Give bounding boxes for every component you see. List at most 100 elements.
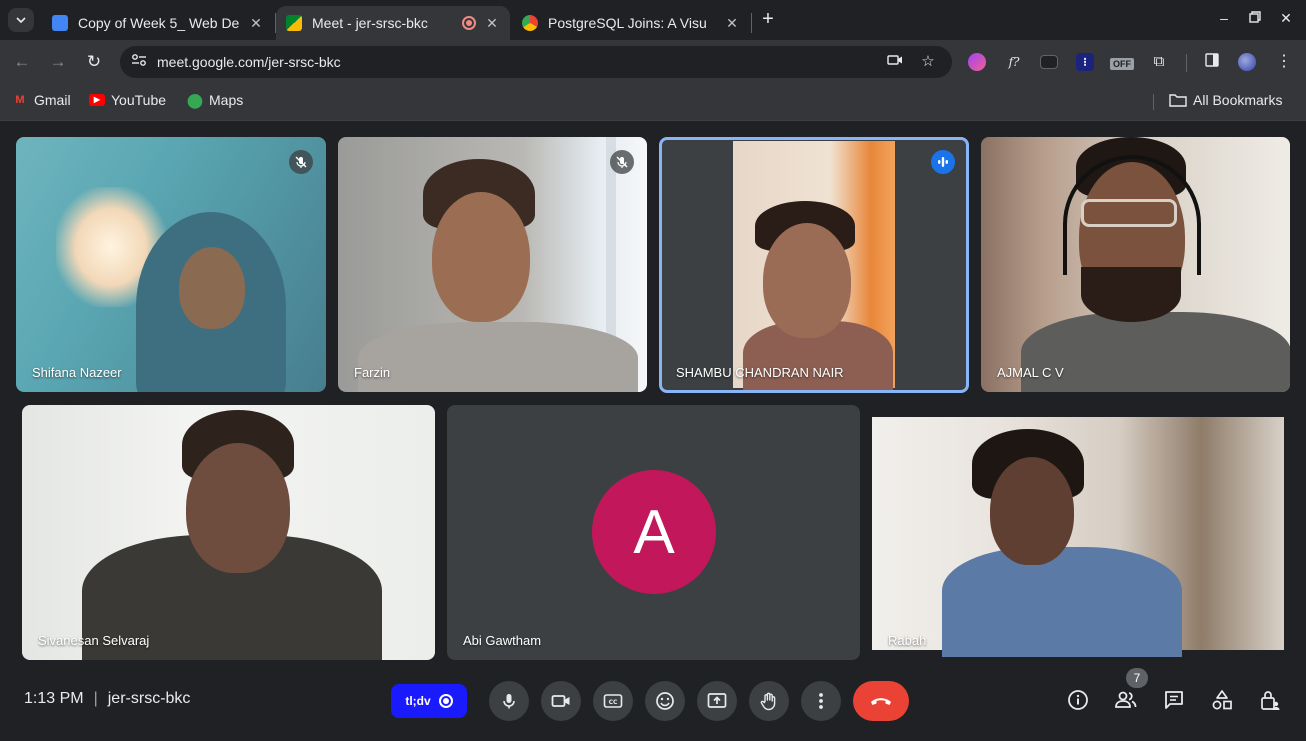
bookmark-label: Gmail bbox=[34, 92, 71, 108]
meeting-details-button[interactable] bbox=[1066, 688, 1090, 712]
face bbox=[763, 223, 851, 338]
participant-tile[interactable]: SHAMBU CHANDRAN NAIR bbox=[660, 137, 968, 392]
participant-name: Farzin bbox=[354, 365, 391, 380]
extension-fx-icon[interactable]: f? bbox=[1005, 53, 1023, 71]
audio-level-icon bbox=[938, 157, 948, 167]
bookmark-maps[interactable]: ⬤ Maps bbox=[187, 92, 243, 108]
tab-search-button[interactable] bbox=[8, 8, 34, 32]
bookmarks-separator bbox=[1153, 94, 1154, 110]
call-end-icon bbox=[871, 698, 891, 705]
extension-gradient-icon[interactable] bbox=[968, 53, 986, 71]
tab-title: PostgreSQL Joins: A Visu bbox=[548, 15, 707, 31]
forward-icon[interactable]: → bbox=[48, 52, 68, 72]
activities-button[interactable] bbox=[1210, 688, 1234, 712]
svg-text:CC: CC bbox=[609, 699, 618, 706]
browser-tab-bar: Copy of Week 5_ Web De ✕ Meet - jer-srsc… bbox=[0, 0, 1306, 40]
toolbar-separator bbox=[1186, 54, 1187, 72]
video-feed bbox=[872, 417, 1284, 657]
video-feed bbox=[733, 141, 895, 392]
google-docs-icon bbox=[52, 15, 68, 31]
all-bookmarks-label: All Bookmarks bbox=[1193, 92, 1283, 108]
kebab-menu-icon[interactable]: ⋮ bbox=[1275, 53, 1293, 71]
new-tab-button[interactable]: + bbox=[758, 8, 778, 32]
tldv-recorder-button[interactable]: tl;dv bbox=[391, 684, 467, 718]
more-options-button[interactable] bbox=[801, 681, 841, 721]
present-screen-button[interactable] bbox=[697, 681, 737, 721]
chat-button[interactable] bbox=[1162, 688, 1186, 712]
chat-icon bbox=[1165, 691, 1183, 709]
raise-hand-button[interactable] bbox=[749, 681, 789, 721]
participant-name: AJMAL C V bbox=[997, 365, 1064, 380]
close-icon[interactable]: ✕ bbox=[484, 15, 500, 32]
host-controls-button[interactable] bbox=[1258, 688, 1282, 712]
reactions-button[interactable] bbox=[645, 681, 685, 721]
bookmark-label: Maps bbox=[209, 92, 244, 108]
face bbox=[432, 192, 530, 322]
participant-name: Abi Gawtham bbox=[463, 633, 542, 648]
extension-display-icon[interactable] bbox=[1040, 55, 1058, 69]
bookmark-gmail[interactable]: M Gmail bbox=[12, 92, 71, 108]
url-text[interactable]: meet.google.com/jer-srsc-bkc bbox=[157, 54, 341, 70]
all-bookmarks-button[interactable]: All Bookmarks bbox=[1169, 92, 1282, 108]
participant-count-badge: 7 bbox=[1126, 668, 1148, 688]
participant-name: Shifana Nazeer bbox=[32, 365, 122, 380]
bookmark-star-icon[interactable]: ☆ bbox=[919, 53, 937, 71]
meeting-time: 1:13 PM bbox=[24, 690, 84, 707]
profile-avatar[interactable] bbox=[1238, 53, 1256, 71]
extension-ruler-icon[interactable]: ⁝ bbox=[1076, 53, 1094, 71]
extensions-puzzle-icon[interactable]: ⧉ bbox=[1150, 53, 1168, 71]
microphone-icon bbox=[503, 694, 515, 709]
meeting-code: jer-srsc-bkc bbox=[107, 690, 191, 707]
emoji-icon bbox=[656, 692, 674, 710]
tab-postgresql[interactable]: PostgreSQL Joins: A Visu ✕ bbox=[512, 6, 750, 40]
camera-button[interactable] bbox=[541, 681, 581, 721]
close-icon[interactable]: ✕ bbox=[724, 15, 740, 32]
participant-tile[interactable]: Sivanesan Selvaraj bbox=[22, 405, 435, 660]
mic-off-icon bbox=[295, 156, 307, 168]
leave-call-button[interactable] bbox=[853, 681, 909, 721]
mic-off-icon bbox=[616, 156, 628, 168]
side-panel-icon[interactable] bbox=[1203, 53, 1221, 71]
microphone-button[interactable] bbox=[489, 681, 529, 721]
tldv-label: tl;dv bbox=[405, 694, 431, 708]
extension-off-badge[interactable]: OFF bbox=[1110, 58, 1134, 70]
bookmark-youtube[interactable]: ▶ YouTube bbox=[89, 92, 166, 108]
restore-icon[interactable] bbox=[1245, 10, 1265, 26]
back-icon[interactable]: ← bbox=[12, 52, 32, 72]
info-icon bbox=[1068, 690, 1088, 710]
record-icon bbox=[438, 694, 453, 708]
tab-title: Meet - jer-srsc-bkc bbox=[312, 15, 428, 31]
meeting-info-separator: | bbox=[93, 690, 98, 707]
shoulders bbox=[1021, 312, 1290, 392]
meeting-info: 1:13 PM | jer-srsc-bkc bbox=[24, 690, 190, 708]
address-bar[interactable]: meet.google.com/jer-srsc-bkc ☆ bbox=[120, 46, 952, 78]
captions-button[interactable]: CC bbox=[593, 681, 633, 721]
face bbox=[186, 443, 290, 573]
people-icon bbox=[1115, 691, 1137, 708]
face bbox=[179, 247, 245, 329]
activities-shapes-icon bbox=[1212, 690, 1232, 710]
shoulders bbox=[358, 322, 638, 392]
tab-docs[interactable]: Copy of Week 5_ Web De ✕ bbox=[42, 6, 274, 40]
tab-title: Copy of Week 5_ Web De bbox=[78, 15, 240, 31]
reload-icon[interactable]: ↻ bbox=[84, 52, 104, 72]
participant-tile[interactable]: Shifana Nazeer bbox=[16, 137, 326, 392]
site-info-icon[interactable] bbox=[130, 53, 148, 71]
camera-in-use-icon[interactable] bbox=[886, 53, 904, 71]
folder-icon bbox=[1169, 94, 1187, 107]
present-screen-icon bbox=[707, 693, 727, 708]
participant-name: Rabah bbox=[888, 633, 927, 648]
participant-tile[interactable]: Farzin bbox=[338, 137, 647, 392]
participant-tile[interactable]: A Abi Gawtham bbox=[447, 405, 860, 660]
participant-tile[interactable]: Rabah bbox=[872, 405, 1284, 660]
closed-captions-icon: CC bbox=[603, 694, 623, 708]
face bbox=[990, 457, 1074, 565]
people-button[interactable] bbox=[1114, 688, 1138, 712]
participant-tile[interactable]: AJMAL C V bbox=[981, 137, 1290, 392]
tab-meet[interactable]: Meet - jer-srsc-bkc ✕ bbox=[276, 6, 510, 40]
mic-muted-badge bbox=[289, 150, 313, 174]
bookmark-label: YouTube bbox=[111, 92, 167, 108]
close-window-icon[interactable]: ✕ bbox=[1276, 10, 1296, 27]
close-icon[interactable]: ✕ bbox=[248, 15, 264, 32]
minimize-icon[interactable]: – bbox=[1214, 10, 1234, 26]
